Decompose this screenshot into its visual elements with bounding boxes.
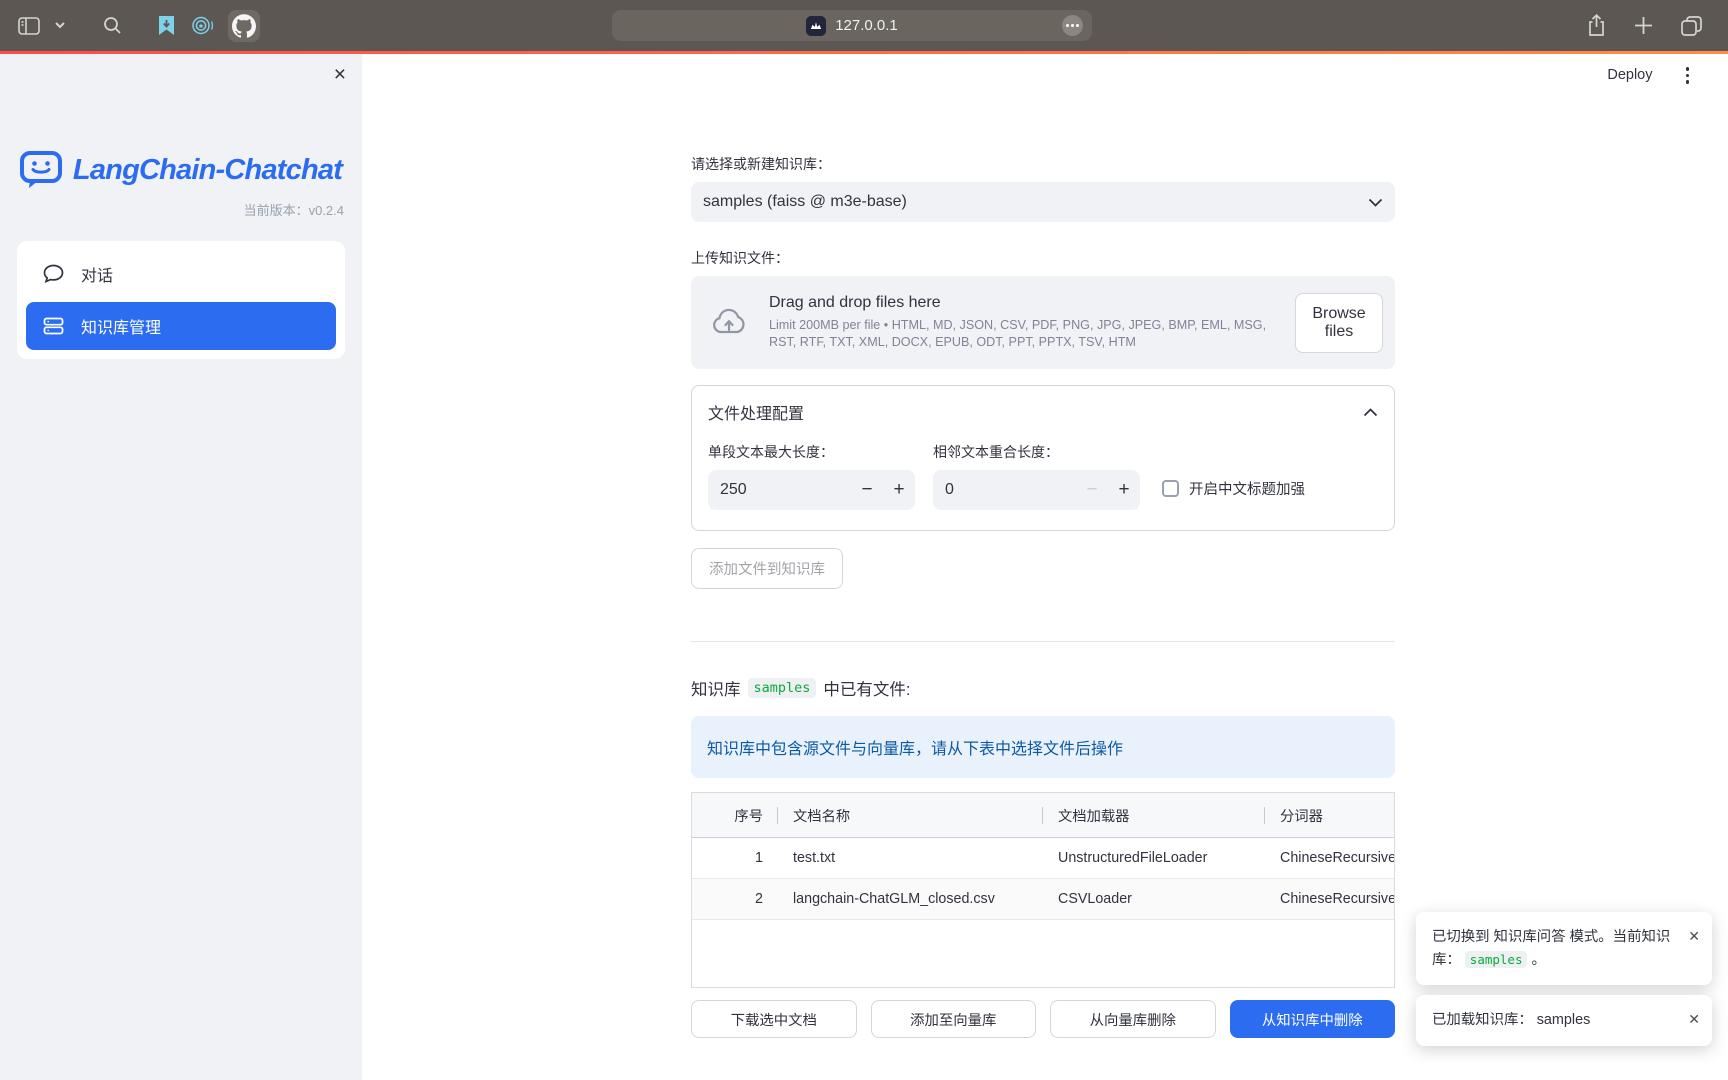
cell-docname: langchain-ChatGLM_closed.csv bbox=[777, 879, 1042, 919]
plus-stepper[interactable]: + bbox=[1108, 479, 1140, 501]
col-header-loader[interactable]: 文档加载器 bbox=[1042, 793, 1264, 837]
kb-files-heading: 知识库 samples 中已有文件: bbox=[691, 676, 1395, 700]
toast-mode-switched: 已切换到 知识库问答 模式。当前知识库：samples。 ✕ bbox=[1416, 912, 1712, 986]
overlap-size-label: 相邻文本重合长度： bbox=[933, 442, 1140, 462]
table-row[interactable]: 1 test.txt UnstructuredFileLoader Chines… bbox=[692, 838, 1394, 879]
cell-index: 2 bbox=[692, 879, 777, 919]
sidebar-item-kb-management[interactable]: 知识库管理 bbox=[26, 302, 336, 350]
chevron-up-icon bbox=[1363, 408, 1378, 417]
dropzone-limit: Limit 200MB per file • HTML, MD, JSON, C… bbox=[769, 317, 1274, 352]
expander-title: 文件处理配置 bbox=[708, 400, 804, 424]
overlap-size-input[interactable]: 0 − + bbox=[933, 470, 1140, 510]
info-alert: 知识库中包含源文件与向量库，请从下表中选择文件后操作 bbox=[691, 716, 1395, 778]
github-extension-icon[interactable] bbox=[228, 10, 260, 42]
cloud-upload-icon bbox=[709, 303, 749, 343]
sidebar-item-dialogue[interactable]: 对话 bbox=[26, 250, 336, 298]
delete-from-vectorstore-button[interactable]: 从向量库删除 bbox=[1050, 1000, 1216, 1038]
overlap-size-value: 0 bbox=[945, 481, 954, 499]
address-bar[interactable]: 127.0.0.1 bbox=[612, 10, 1092, 41]
kb-select[interactable]: samples (faiss @ m3e-base) bbox=[691, 182, 1395, 222]
zh-title-checkbox-row: 开启中文标题加强 bbox=[1162, 478, 1305, 499]
page-settings-icon[interactable] bbox=[1062, 15, 1083, 36]
toast-kb-loaded: 已加载知识库： samples ✕ bbox=[1416, 995, 1712, 1046]
kb-select-value: samples (faiss @ m3e-base) bbox=[703, 193, 907, 211]
page-content: 请选择或新建知识库： samples (faiss @ m3e-base) 上传… bbox=[691, 154, 1395, 1080]
chevron-down-icon[interactable] bbox=[55, 22, 65, 29]
sidebar: × LangChain-Chatchat 当前版本：v0.2.4 对话 bbox=[0, 54, 362, 1080]
add-files-button[interactable]: 添加文件到知识库 bbox=[691, 548, 843, 589]
expander-body: 单段文本最大长度： 250 − + 相邻文本重合长度： 0 − + bbox=[692, 434, 1394, 530]
cell-loader: CSVLoader bbox=[1042, 879, 1264, 919]
chunk-size-value: 250 bbox=[720, 481, 747, 499]
file-dropzone[interactable]: Drag and drop files here Limit 200MB per… bbox=[691, 276, 1395, 369]
app-logo: LangChain-Chatchat bbox=[0, 150, 362, 190]
cell-splitter: ChineseRecursiveT bbox=[1264, 838, 1394, 878]
plus-stepper[interactable]: + bbox=[883, 479, 915, 501]
files-table: 序号 文档名称 文档加载器 分词器 1 test.txt Unstructure… bbox=[691, 792, 1395, 988]
chunk-size-label: 单段文本最大长度： bbox=[708, 442, 915, 462]
download-selected-button[interactable]: 下载选中文档 bbox=[691, 1000, 857, 1038]
sidebar-item-label: 对话 bbox=[81, 262, 113, 286]
cell-splitter: ChineseRecursiveT bbox=[1264, 879, 1394, 919]
close-icon[interactable]: ✕ bbox=[1688, 1012, 1700, 1032]
chevron-down-icon bbox=[1368, 198, 1383, 207]
table-row[interactable]: 2 langchain-ChatGLM_closed.csv CSVLoader… bbox=[692, 879, 1394, 920]
toast-message: 已加载知识库： samples bbox=[1432, 1009, 1682, 1032]
col-header-splitter[interactable]: 分词器 bbox=[1264, 793, 1394, 837]
toast-text: 。 bbox=[1531, 952, 1545, 968]
circles-extension-icon[interactable] bbox=[192, 15, 213, 36]
sidebar-menu: 对话 知识库管理 bbox=[17, 241, 345, 359]
minus-stepper[interactable]: − bbox=[851, 479, 883, 501]
app-title: LangChain-Chatchat bbox=[73, 154, 342, 187]
toast-message: 已切换到 知识库问答 模式。当前知识库：samples。 bbox=[1432, 926, 1682, 972]
cell-index: 1 bbox=[692, 838, 777, 878]
close-icon[interactable]: ✕ bbox=[1688, 929, 1700, 972]
sidebar-close-icon[interactable]: × bbox=[334, 64, 346, 85]
main-menu-icon[interactable] bbox=[1683, 64, 1693, 87]
delete-from-kb-button[interactable]: 从知识库中删除 bbox=[1230, 1000, 1396, 1038]
col-header-index[interactable]: 序号 bbox=[692, 793, 777, 837]
search-icon[interactable] bbox=[103, 16, 122, 35]
url-text: 127.0.0.1 bbox=[835, 17, 898, 34]
cell-docname: test.txt bbox=[777, 838, 1042, 878]
upload-label: 上传知识文件： bbox=[691, 248, 1395, 268]
col-header-docname[interactable]: 文档名称 bbox=[777, 793, 1042, 837]
version-label: 当前版本：v0.2.4 bbox=[0, 200, 362, 219]
kb-name-code: samples bbox=[748, 678, 817, 698]
checkbox-unchecked[interactable] bbox=[1162, 480, 1179, 497]
minus-stepper[interactable]: − bbox=[1076, 479, 1108, 501]
share-icon[interactable] bbox=[1587, 14, 1606, 37]
toast-stack: 已切换到 知识库问答 模式。当前知识库：samples。 ✕ 已加载知识库： s… bbox=[1416, 912, 1712, 1046]
chat-bubble-icon bbox=[43, 264, 64, 284]
file-actions: 下载选中文档 添加至向量库 从向量库删除 从知识库中删除 bbox=[691, 1000, 1395, 1038]
kb-files-suffix: 中已有文件: bbox=[823, 676, 910, 700]
expander-header[interactable]: 文件处理配置 bbox=[692, 386, 1394, 434]
streamlit-header: Deploy bbox=[1607, 64, 1692, 87]
new-tab-icon[interactable] bbox=[1634, 16, 1653, 35]
bookmark-extension-icon[interactable] bbox=[156, 15, 177, 36]
add-to-vectorstore-button[interactable]: 添加至向量库 bbox=[871, 1000, 1037, 1038]
browse-files-button[interactable]: Browse files bbox=[1295, 293, 1383, 353]
zh-title-checkbox-label: 开启中文标题加强 bbox=[1189, 478, 1305, 499]
sidebar-toggle-icon[interactable] bbox=[18, 17, 40, 35]
file-config-expander: 文件处理配置 单段文本最大长度： 250 − + 相邻文本重合长度： bbox=[691, 385, 1395, 531]
chunk-size-input[interactable]: 250 − + bbox=[708, 470, 915, 510]
sidebar-item-label: 知识库管理 bbox=[81, 314, 161, 338]
site-favicon bbox=[806, 16, 826, 36]
dropzone-title: Drag and drop files here bbox=[769, 294, 1274, 312]
table-header-row: 序号 文档名称 文档加载器 分词器 bbox=[692, 793, 1394, 838]
browser-toolbar: 127.0.0.1 bbox=[0, 0, 1728, 51]
tab-overview-icon[interactable] bbox=[1681, 16, 1702, 36]
kb-name-code: samples bbox=[1465, 951, 1528, 968]
chatchat-logo-icon bbox=[20, 150, 62, 190]
cell-loader: UnstructuredFileLoader bbox=[1042, 838, 1264, 878]
divider bbox=[691, 641, 1395, 642]
deploy-button[interactable]: Deploy bbox=[1607, 67, 1652, 83]
kb-select-label: 请选择或新建知识库： bbox=[691, 154, 1395, 174]
kb-files-prefix: 知识库 bbox=[691, 676, 741, 700]
stack-icon bbox=[43, 316, 64, 336]
